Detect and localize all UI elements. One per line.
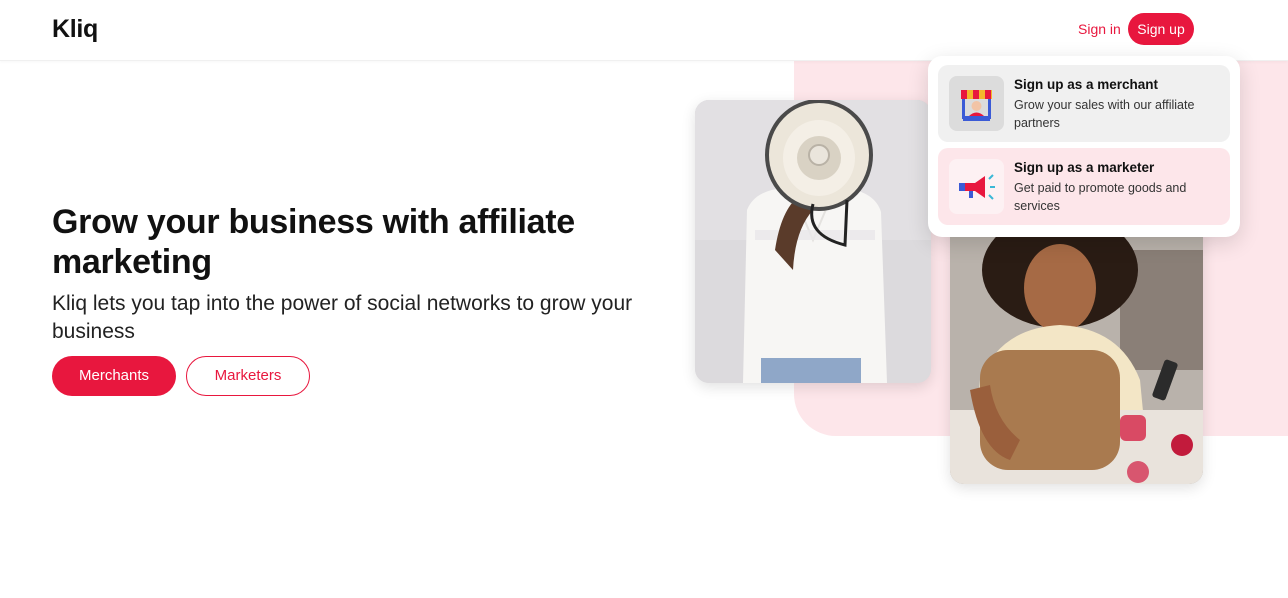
storefront-icon: [949, 76, 1004, 131]
kliq-logo[interactable]: Kliq: [52, 15, 98, 44]
top-nav-bar: Kliq Sign in Sign up: [0, 0, 1288, 61]
hero-subtitle: Kliq lets you tap into the power of soci…: [52, 292, 633, 343]
signup-button[interactable]: Sign up: [1128, 13, 1194, 45]
merchant-option-title: Sign up as a merchant: [1014, 77, 1159, 92]
makeup-woman-illustration: [950, 210, 1203, 484]
marketers-button[interactable]: Marketers: [186, 356, 310, 396]
merchants-button[interactable]: Merchants: [52, 356, 176, 396]
signup-dropdown-menu: Sign up as a merchant Grow your sales wi…: [928, 56, 1240, 237]
hero-title: Grow your business with affiliate market…: [52, 203, 575, 281]
megaphone-icon: [949, 159, 1004, 214]
signup-as-marketer-option[interactable]: Sign up as a marketer Get paid to promot…: [938, 148, 1230, 225]
makeup-woman-photo: [950, 210, 1203, 484]
marketer-option-description: Get paid to promote goods and services: [1014, 181, 1187, 213]
signup-as-merchant-option[interactable]: Sign up as a merchant Grow your sales wi…: [938, 65, 1230, 142]
megaphone-person-photo: [695, 100, 931, 383]
megaphone-person-illustration: [695, 100, 931, 383]
marketer-option-title: Sign up as a marketer: [1014, 160, 1155, 175]
signin-link[interactable]: Sign in: [1078, 21, 1121, 37]
merchant-option-description: Grow your sales with our affiliate partn…: [1014, 98, 1195, 130]
